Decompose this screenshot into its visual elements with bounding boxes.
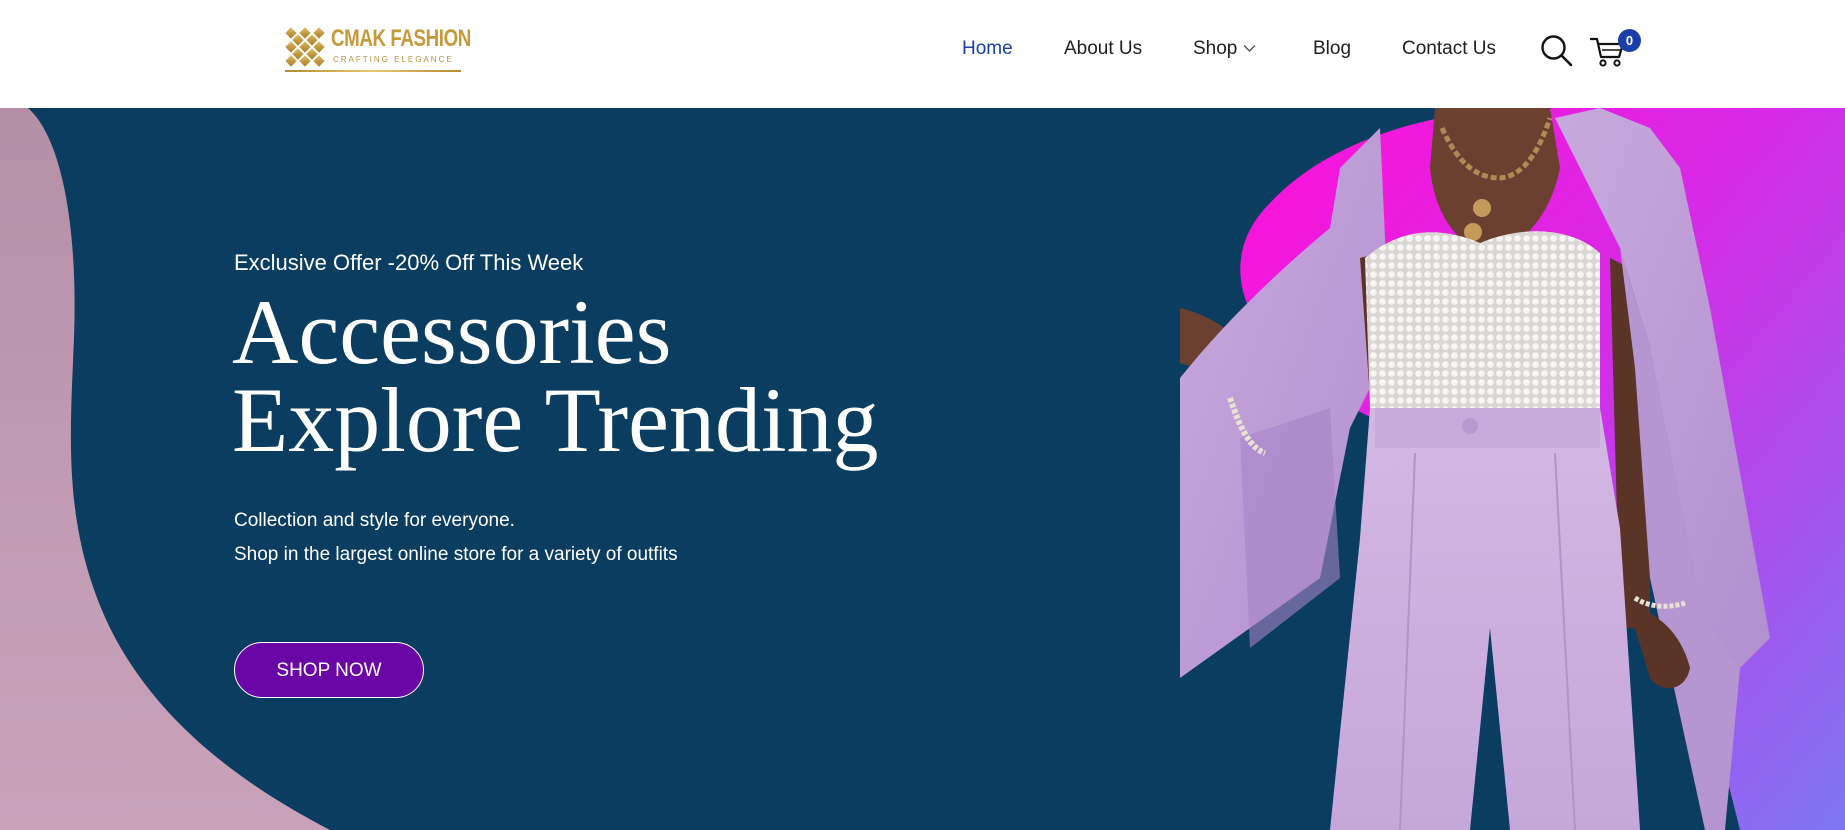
nav-item-contact-us[interactable]: Contact Us — [1402, 38, 1496, 60]
logo-emblem-icon — [285, 27, 325, 67]
chevron-down-icon — [1243, 45, 1256, 53]
cart-count-badge: 0 — [1618, 29, 1641, 52]
brand-name: CMAK FASHION — [331, 25, 471, 52]
logo-underline — [285, 70, 461, 72]
shop-now-button[interactable]: SHOP NOW — [234, 642, 424, 698]
hero-banner: Exclusive Offer -20% Off This Week Acces… — [0, 108, 1845, 830]
offer-text: Exclusive Offer -20% Off This Week — [234, 250, 584, 275]
hero-headline-line2: Explore Trending — [232, 369, 879, 471]
brand-tagline: CRAFTING ELEGANCE — [333, 55, 454, 64]
nav-item-shop-label: Shop — [1193, 38, 1238, 59]
search-button[interactable] — [1540, 34, 1574, 73]
nav-item-home[interactable]: Home — [962, 38, 1013, 60]
brand-logo[interactable]: CMAK FASHION CRAFTING ELEGANCE — [285, 25, 471, 75]
search-icon — [1541, 35, 1573, 67]
hero-model-image — [1180, 108, 1770, 830]
nav-item-blog[interactable]: Blog — [1313, 38, 1351, 60]
hero-headline-line1: Accessories — [232, 281, 672, 383]
site-header: CMAK FASHION CRAFTING ELEGANCE Home Abou… — [0, 0, 1845, 108]
hero-description-line2: Shop in the largest online store for a v… — [234, 544, 678, 565]
hero-description-line1: Collection and style for everyone. — [234, 510, 515, 531]
nav-item-about-us[interactable]: About Us — [1064, 38, 1142, 60]
hero-description: Collection and style for everyone. Shop … — [234, 504, 678, 572]
nav-item-shop[interactable]: Shop — [1193, 38, 1256, 60]
hero-headline: Accessories Explore Trending — [232, 281, 952, 471]
